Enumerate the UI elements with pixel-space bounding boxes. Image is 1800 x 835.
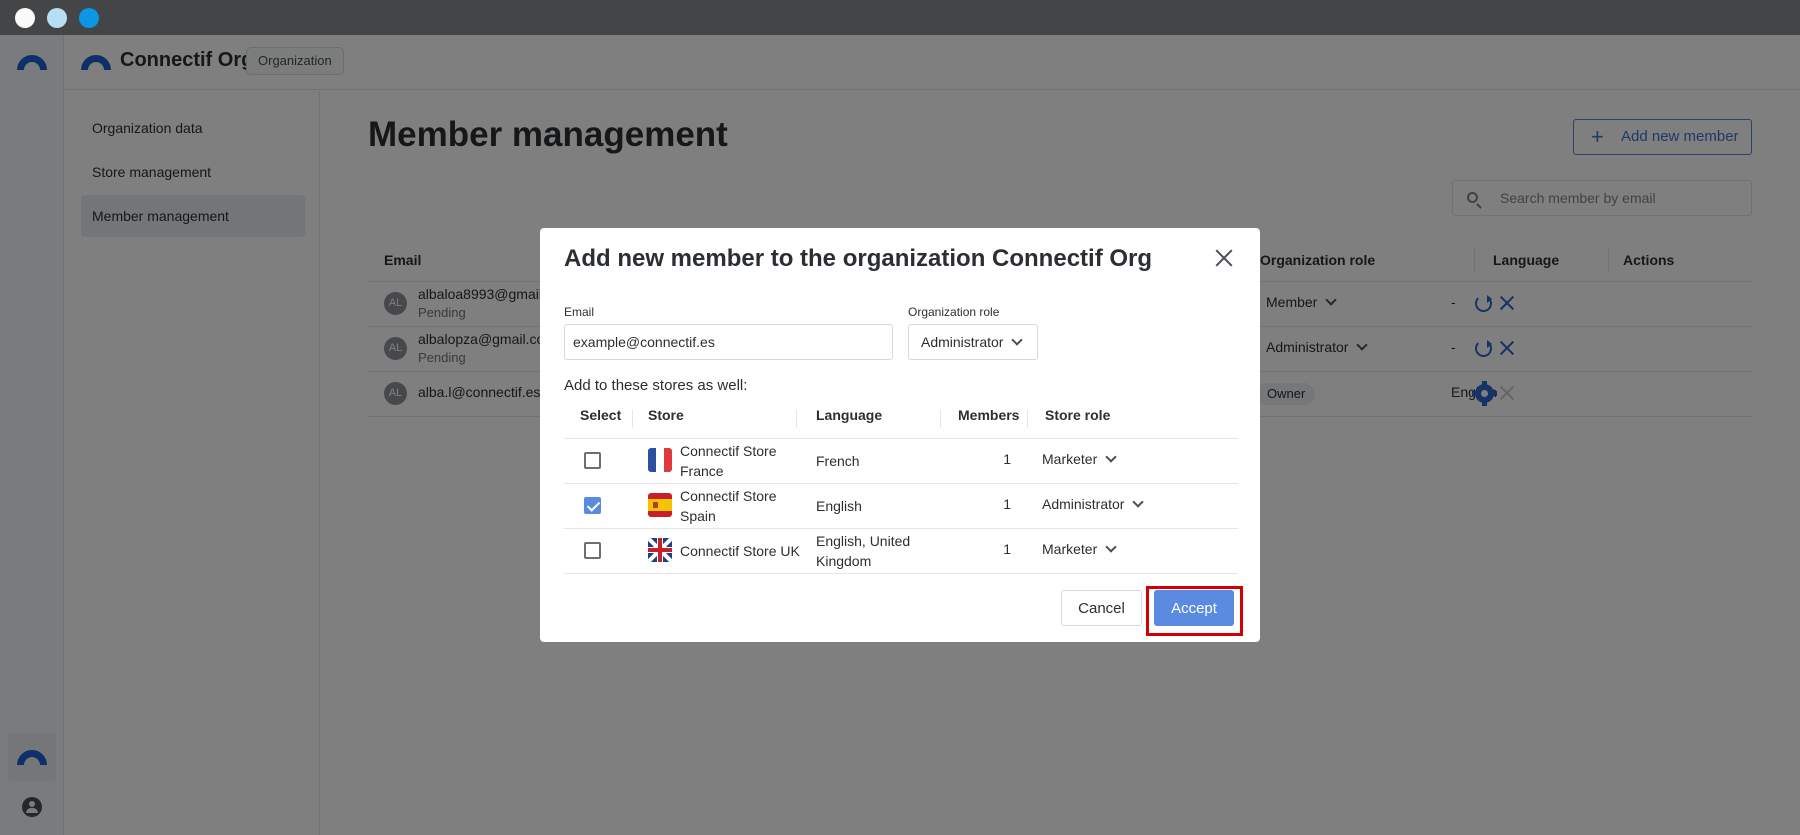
dialog-title: Add new member to the organization Conne… xyxy=(564,245,1153,272)
store-name: Connectif Store UK xyxy=(680,543,800,559)
add-member-dialog: Add new member to the organization Conne… xyxy=(540,228,1260,642)
column-header-store-role: Store role xyxy=(1045,407,1111,423)
store-row: Connectif Store France French 1 Marketer xyxy=(564,438,1238,483)
window-minimize-button[interactable] xyxy=(47,8,67,28)
accept-highlight-box xyxy=(1146,586,1243,636)
store-language: French xyxy=(816,453,860,469)
store-role-select[interactable]: Marketer xyxy=(1042,541,1117,557)
stores-section-label: Add to these stores as well: xyxy=(564,377,748,394)
chevron-down-icon xyxy=(1105,451,1117,463)
cancel-button[interactable]: Cancel xyxy=(1061,590,1142,626)
window-zoom-button[interactable] xyxy=(79,8,99,28)
store-row: Connectif Store Spain English 1 Administ… xyxy=(564,483,1238,528)
flag-stripe xyxy=(658,538,662,562)
organization-role-select[interactable]: Administrator xyxy=(908,324,1038,360)
column-header-language: Language xyxy=(816,407,883,423)
store-language: English, United Kingdom xyxy=(816,533,911,569)
chevron-down-icon xyxy=(1105,541,1117,553)
france-flag-icon xyxy=(648,448,672,472)
store-name: Connectif Store France xyxy=(680,443,777,479)
store-select-checkbox[interactable] xyxy=(584,542,601,559)
window-titlebar xyxy=(0,0,1800,35)
uk-flag-icon xyxy=(648,538,672,562)
email-field-label: Email xyxy=(564,305,595,319)
store-row: Connectif Store UK English, United Kingd… xyxy=(564,528,1238,573)
chevron-down-icon xyxy=(1011,334,1024,346)
column-header-store: Store xyxy=(648,407,684,423)
store-select-checkbox[interactable] xyxy=(584,452,601,469)
column-divider xyxy=(940,410,941,428)
store-members-count: 1 xyxy=(1003,541,1011,557)
table-divider xyxy=(564,573,1238,574)
spain-flag-icon xyxy=(648,493,672,517)
store-role-select[interactable]: Administrator xyxy=(1042,496,1145,512)
store-language: English xyxy=(816,498,862,514)
email-field[interactable] xyxy=(564,324,893,360)
column-divider xyxy=(632,410,633,428)
chevron-down-icon xyxy=(1132,496,1145,508)
window-close-button[interactable] xyxy=(15,8,35,28)
column-header-members: Members xyxy=(958,407,1020,423)
store-role-value: Administrator xyxy=(1042,496,1125,512)
organization-role-label: Organization role xyxy=(908,305,1000,319)
store-members-count: 1 xyxy=(1003,496,1011,512)
store-members-count: 1 xyxy=(1003,451,1011,467)
store-role-select[interactable]: Marketer xyxy=(1042,451,1117,467)
close-icon[interactable] xyxy=(1214,248,1234,268)
store-role-value: Marketer xyxy=(1042,541,1098,557)
column-header-select: Select xyxy=(580,407,622,423)
store-name: Connectif Store Spain xyxy=(680,488,777,524)
store-select-checkbox[interactable] xyxy=(584,497,601,514)
column-divider xyxy=(796,410,797,428)
organization-role-value: Administrator xyxy=(921,334,1004,350)
column-divider xyxy=(1027,410,1028,428)
store-role-value: Marketer xyxy=(1042,451,1098,467)
